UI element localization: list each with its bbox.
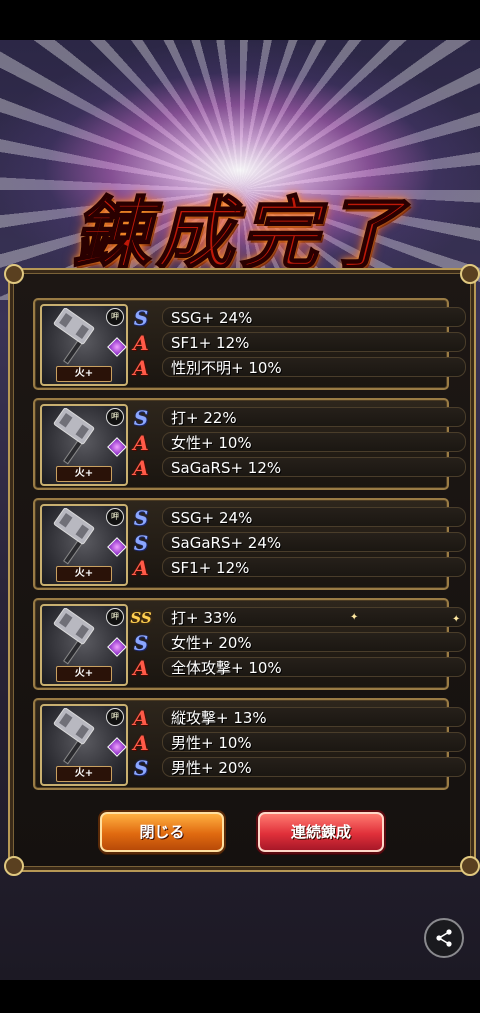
effect-text: 女性+ 20% bbox=[162, 632, 466, 652]
sparkle-icon: ✦ bbox=[350, 612, 359, 623]
effect-text: SSG+ 24% bbox=[162, 507, 466, 527]
effect-row: S 女性+ 20% bbox=[130, 631, 466, 655]
weapon-thumbnail[interactable]: 呷火+ bbox=[40, 304, 128, 386]
refine-result-card: 呷火+ SS 打+ 33% S 女性+ 20% A 全体攻撃+ 10% bbox=[33, 598, 466, 690]
effect-row: S SaGaRS+ 24% bbox=[130, 531, 466, 555]
rank-a-icon: A bbox=[133, 356, 149, 380]
effect-row: A 縦攻撃+ 13% bbox=[130, 706, 466, 730]
corner-ornament bbox=[4, 264, 24, 284]
rank-s-icon: S bbox=[133, 631, 149, 655]
effect-row: A 全体攻撃+ 10% bbox=[130, 656, 466, 680]
attribute-label: 火+ bbox=[56, 466, 112, 482]
weapon-thumbnail[interactable]: 呷火+ bbox=[40, 504, 128, 586]
rank-a-icon: A bbox=[133, 656, 149, 680]
refine-result-card: 呷火+ S SSG+ 24% S SaGaRS+ 24% A SF1+ 12% bbox=[33, 498, 466, 590]
rank-s-icon: S bbox=[133, 306, 149, 330]
effect-row: S SSG+ 24% bbox=[130, 506, 466, 530]
continuous-refine-button[interactable]: 連続錬成 bbox=[258, 812, 384, 852]
corner-ornament bbox=[460, 264, 480, 284]
attribute-label: 火+ bbox=[56, 666, 112, 682]
effect-text: SF1+ 12% bbox=[162, 332, 466, 352]
attribute-label: 火+ bbox=[56, 366, 112, 382]
effect-text: 男性+ 20% bbox=[162, 757, 466, 777]
effect-text: 縦攻撃+ 13% bbox=[162, 707, 466, 727]
effect-row: S SSG+ 24% bbox=[130, 306, 466, 330]
effect-text: 打+ 33% bbox=[162, 607, 466, 627]
bottom-bar bbox=[0, 980, 480, 1013]
rank-ss-icon: SS bbox=[130, 609, 152, 627]
effect-row: A SF1+ 12% bbox=[130, 331, 466, 355]
rank-s-icon: S bbox=[133, 406, 149, 430]
share-icon[interactable] bbox=[424, 918, 464, 958]
attribute-label: 火+ bbox=[56, 566, 112, 582]
rank-badge: 呷 bbox=[106, 308, 124, 326]
weapon-thumbnail[interactable]: 呷火+ bbox=[40, 704, 128, 786]
rank-a-icon: A bbox=[133, 556, 149, 580]
effect-row: A SF1+ 12% bbox=[130, 556, 466, 580]
weapon-thumbnail[interactable]: 呷火+ bbox=[40, 604, 128, 686]
rank-a-icon: A bbox=[133, 431, 149, 455]
effect-text: 女性+ 10% bbox=[162, 432, 466, 452]
rank-badge: 呷 bbox=[106, 508, 124, 526]
effect-row: S 打+ 22% bbox=[130, 406, 466, 430]
corner-ornament bbox=[4, 856, 24, 876]
effect-row: A SaGaRS+ 12% bbox=[130, 456, 466, 480]
effect-text: SaGaRS+ 24% bbox=[162, 532, 466, 552]
attribute-label: 火+ bbox=[56, 766, 112, 782]
rank-a-icon: A bbox=[133, 331, 149, 355]
refine-result-card: 呷火+ S 打+ 22% A 女性+ 10% A SaGaRS+ 12% bbox=[33, 398, 466, 490]
rank-s-icon: S bbox=[133, 756, 149, 780]
rank-badge: 呷 bbox=[106, 408, 124, 426]
effect-row: A 女性+ 10% bbox=[130, 431, 466, 455]
effect-row: S 男性+ 20% bbox=[130, 756, 466, 780]
effect-text: 打+ 22% bbox=[162, 407, 466, 427]
close-button[interactable]: 閉じる bbox=[100, 812, 224, 852]
effect-row: SS 打+ 33% bbox=[130, 607, 466, 629]
refine-result-card: 呷火+ A 縦攻撃+ 13% A 男性+ 10% S 男性+ 20% bbox=[33, 698, 466, 790]
effect-text: SaGaRS+ 12% bbox=[162, 457, 466, 477]
rank-badge: 呷 bbox=[106, 708, 124, 726]
rank-badge: 呷 bbox=[106, 608, 124, 626]
effect-row: A 男性+ 10% bbox=[130, 731, 466, 755]
rank-a-icon: A bbox=[133, 456, 149, 480]
effect-text: 男性+ 10% bbox=[162, 732, 466, 752]
refine-result-card: 呷火+ S SSG+ 24% A SF1+ 12% A 性別不明+ 10% bbox=[33, 298, 466, 390]
rank-s-icon: S bbox=[133, 506, 149, 530]
rank-a-icon: A bbox=[133, 731, 149, 755]
effect-text: SF1+ 12% bbox=[162, 557, 466, 577]
sparkle-icon: ✦ bbox=[452, 614, 461, 625]
effect-text: 性別不明+ 10% bbox=[162, 357, 466, 377]
weapon-thumbnail[interactable]: 呷火+ bbox=[40, 404, 128, 486]
effect-text: SSG+ 24% bbox=[162, 307, 466, 327]
effect-text: 全体攻撃+ 10% bbox=[162, 657, 466, 677]
effect-row: A 性別不明+ 10% bbox=[130, 356, 466, 380]
rank-s-icon: S bbox=[133, 531, 149, 555]
corner-ornament bbox=[460, 856, 480, 876]
status-bar bbox=[0, 0, 480, 40]
rank-a-icon: A bbox=[133, 706, 149, 730]
